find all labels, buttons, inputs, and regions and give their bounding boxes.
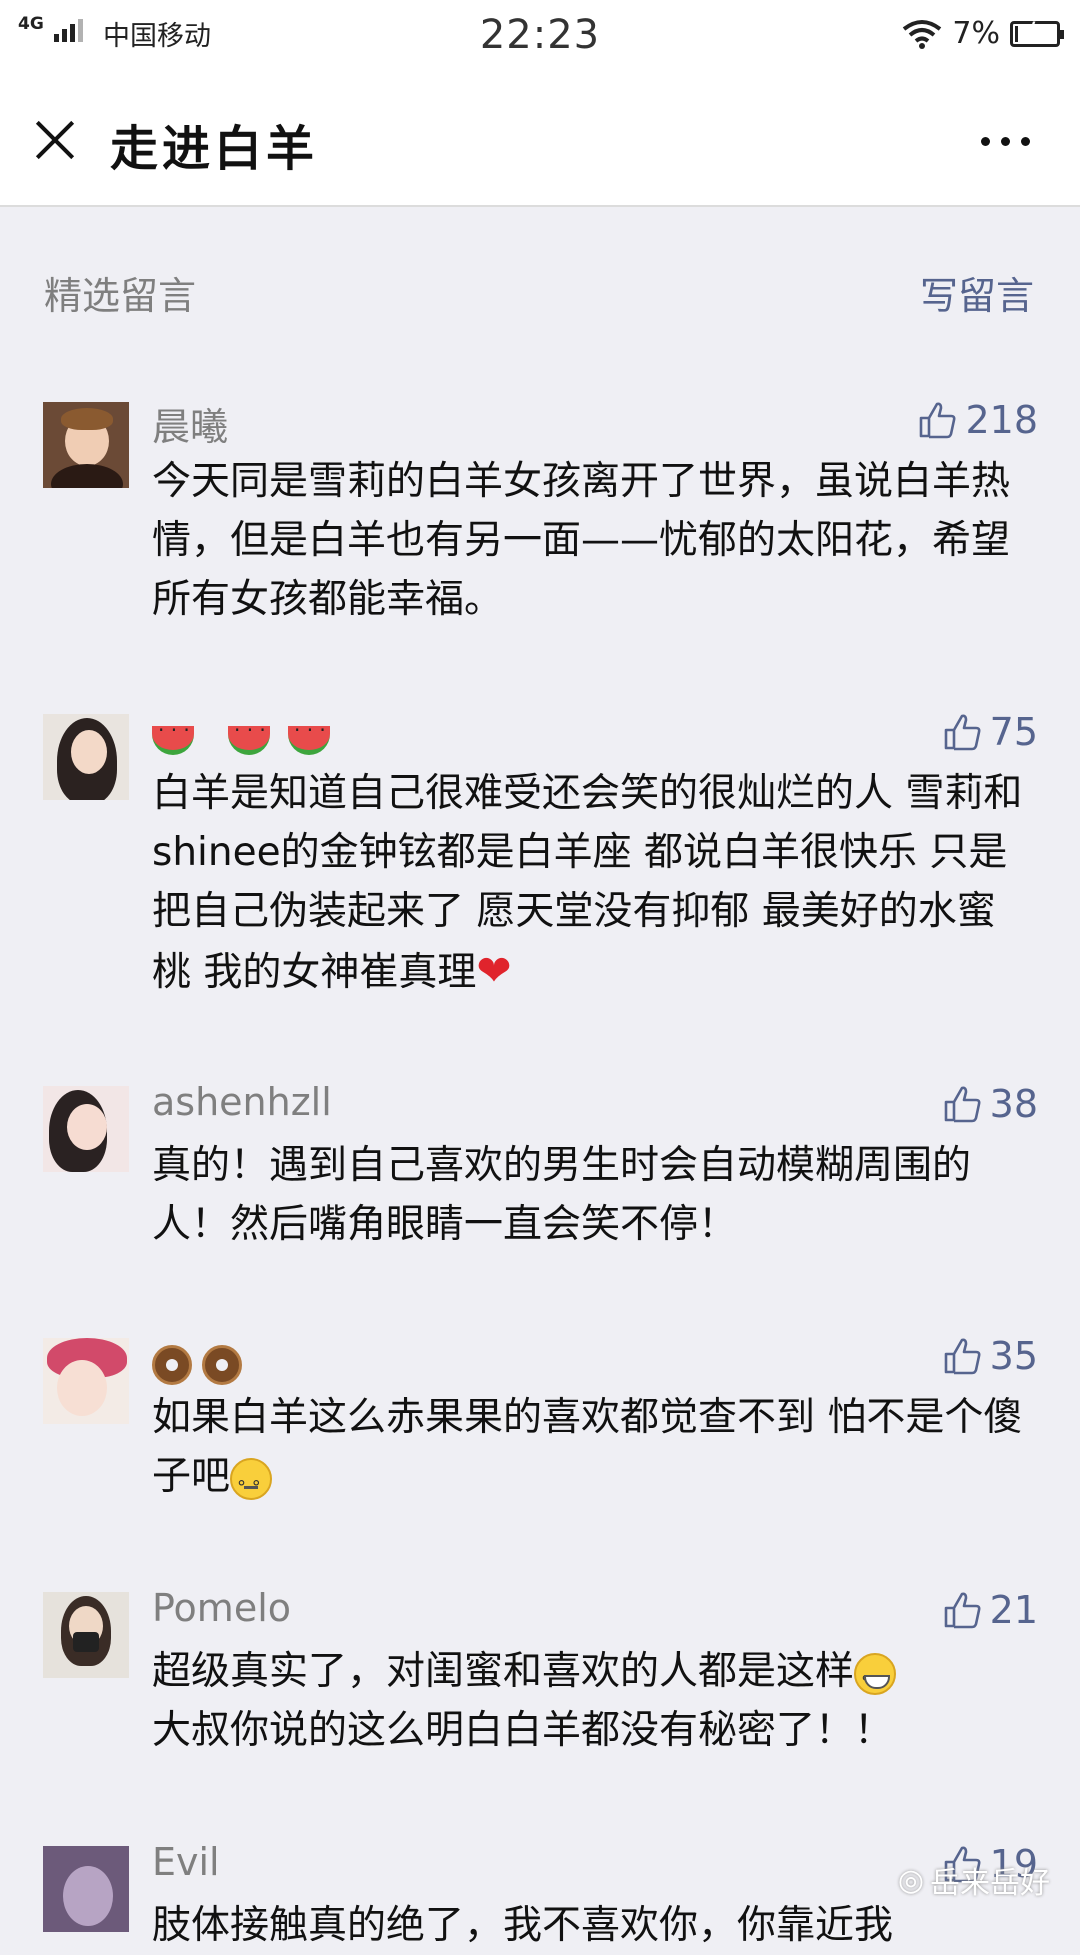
wechat-icon: ◎	[897, 1862, 924, 1898]
page-title: 走进白羊	[110, 121, 319, 177]
thumbs-up-icon	[944, 1086, 981, 1123]
comment-text-line: 超级真实了，对闺蜜和喜欢的人都是这样	[152, 1649, 855, 1694]
watermelon-icon	[288, 718, 330, 755]
comment-text-line: 大叔你说的这么明白白羊都没有秘密了！！	[152, 1708, 894, 1753]
donut-icon	[202, 1344, 242, 1385]
comment-nickname: ashenhzll	[152, 1080, 332, 1124]
like-button[interactable]: 218	[917, 398, 1038, 442]
avatar[interactable]	[43, 714, 129, 800]
like-button[interactable]: 38	[942, 1082, 1038, 1126]
watermark: ◎ 岳来岳好	[898, 1858, 1050, 1902]
comment-text: 肢体接触真的绝了，我不喜欢你，你靠近我	[152, 1903, 894, 1948]
watermelon-icon	[228, 718, 270, 755]
comment-text: 如果白羊这么赤果果的喜欢都觉查不到 怕不是个傻子吧	[152, 1388, 1032, 1517]
red-heart-icon: ❤	[476, 946, 512, 995]
thumbs-up-icon	[944, 714, 981, 751]
watermark-text: 岳来岳好	[930, 1866, 1050, 1901]
thumbs-up-icon	[944, 1592, 981, 1629]
comment-text-body: 白羊是知道自己很难受还会笑的很灿烂的人 雪莉和shinee的金钟铉都是白羊座 都…	[152, 771, 1023, 995]
like-button[interactable]: 21	[942, 1588, 1038, 1632]
comment-text: 真的！遇到自己喜欢的男生时会自动模糊周围的人！然后嘴角眼睛一直会笑不停！	[152, 1143, 972, 1247]
avatar[interactable]	[43, 1086, 129, 1172]
battery-percent: 7%	[952, 16, 1000, 51]
avatar[interactable]	[43, 1846, 129, 1932]
comment-text-body: 如果白羊这么赤果果的喜欢都觉查不到 怕不是个傻子吧	[152, 1395, 1023, 1499]
like-count: 38	[989, 1082, 1038, 1126]
comment-text: 白羊是知道自己很难受还会笑的很灿烂的人 雪莉和shinee的金钟铉都是白羊座 都…	[152, 764, 1032, 1002]
comment-nickname: Pomelo	[152, 1586, 292, 1630]
battery-icon: ϟ	[1010, 17, 1064, 48]
donut-icon	[152, 1344, 192, 1385]
comment-text: 今天同是雪莉的白羊女孩离开了世界，虽说白羊热情，但是白羊也有另一面——忧郁的太阳…	[152, 459, 1011, 622]
like-count: 75	[989, 710, 1038, 754]
status-right: 7% ϟ	[902, 16, 1064, 51]
write-comment-link[interactable]: 写留言	[920, 265, 1034, 320]
comment-nickname: Evil	[152, 1840, 220, 1884]
avatar[interactable]	[43, 1338, 129, 1424]
status-bar: 4G 中国移动 22:23 7% ϟ	[0, 0, 1080, 75]
charging-icon: ϟ	[1027, 17, 1045, 48]
wifi-icon	[903, 19, 942, 49]
nav-bar: 走进白羊	[0, 75, 1080, 207]
thumbs-up-icon	[944, 1338, 981, 1375]
watermelon-icon	[152, 718, 194, 755]
grinning-emoji-icon	[854, 1652, 897, 1712]
eye-roll-emoji-icon	[230, 1457, 273, 1517]
avatar[interactable]	[43, 1592, 129, 1678]
like-count: 218	[965, 398, 1038, 442]
like-button[interactable]: 35	[942, 1334, 1038, 1378]
comment-nickname: 晨曦	[152, 405, 229, 449]
like-count: 21	[989, 1588, 1038, 1632]
comment-nickname-emoji	[152, 716, 348, 760]
comments-header: 精选留言 写留言	[0, 265, 1080, 325]
avatar[interactable]	[43, 402, 129, 488]
like-button[interactable]: 75	[942, 710, 1038, 754]
thumbs-up-icon	[920, 402, 956, 439]
close-icon[interactable]	[30, 115, 80, 165]
section-title: 精选留言	[44, 274, 197, 318]
comment-text: 超级真实了，对闺蜜和喜欢的人都是这样大叔你说的这么明白白羊都没有秘密了！！	[152, 1642, 1032, 1760]
like-count: 35	[989, 1334, 1038, 1378]
battery-fill	[1015, 25, 1018, 42]
more-icon[interactable]	[981, 137, 1030, 146]
comment-nickname-emoji	[152, 1340, 252, 1385]
